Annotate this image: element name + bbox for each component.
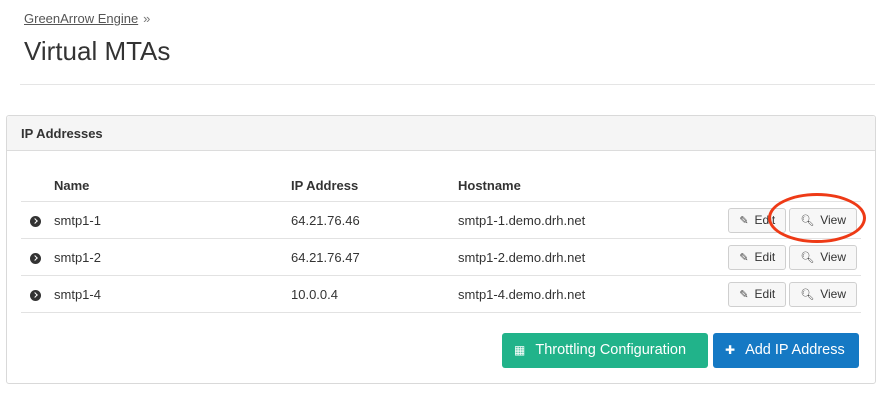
hostname-cell: smtp1-1.demo.drh.net bbox=[458, 201, 711, 239]
panel-title: IP Addresses bbox=[21, 126, 103, 141]
edit-label: Edit bbox=[754, 212, 776, 227]
header-actions bbox=[711, 170, 861, 202]
view-button[interactable]: 🔍︎ View bbox=[789, 281, 857, 307]
chevron-circle-right-icon[interactable] bbox=[30, 289, 41, 301]
ip-cell: 10.0.0.4 bbox=[291, 275, 458, 313]
breadcrumb-link-greenarrow-engine[interactable]: GreenArrow Engine bbox=[24, 11, 138, 26]
panel-heading bbox=[7, 116, 875, 151]
expand-cell bbox=[21, 238, 54, 276]
header-hostname: Hostname bbox=[458, 178, 521, 193]
header-name: Name bbox=[54, 178, 90, 193]
add-ip-address-button[interactable]: ✚ Add IP Address bbox=[713, 333, 859, 368]
edit-icon: ✎ bbox=[739, 250, 749, 264]
table-row: smtp1-2 64.21.76.47 smtp1-2.demo.drh.net… bbox=[21, 238, 861, 276]
ip-cell: 64.21.76.46 bbox=[291, 201, 458, 239]
view-button[interactable]: 🔍︎ View bbox=[789, 244, 857, 270]
name-cell: smtp1-1 bbox=[54, 201, 291, 239]
page-title: Virtual MTAs bbox=[24, 36, 171, 66]
actions-cell: ✎ Edit 🔍︎ View bbox=[711, 201, 861, 239]
plus-icon: ✚ bbox=[725, 343, 736, 357]
edit-icon: ✎ bbox=[739, 287, 749, 301]
table-row: smtp1-4 10.0.0.4 smtp1-4.demo.drh.net ✎ E… bbox=[21, 275, 861, 313]
edit-button[interactable]: ✎ Edit bbox=[728, 244, 787, 270]
search-icon: 🔍︎ bbox=[800, 250, 815, 264]
breadcrumb-separator: » bbox=[143, 11, 151, 26]
name-cell: smtp1-4 bbox=[54, 275, 291, 313]
edit-icon: ✎ bbox=[739, 213, 749, 227]
add-ip-address-label: Add IP Address bbox=[745, 342, 845, 358]
expand-cell bbox=[21, 201, 54, 239]
view-label: View bbox=[820, 249, 846, 264]
hostname-cell: smtp1-4.demo.drh.net bbox=[458, 275, 711, 313]
ip-addresses-panel: IP Addresses Name IP Address Hostname sm… bbox=[6, 115, 876, 384]
ip-cell: 64.21.76.47 bbox=[291, 238, 458, 276]
search-icon: 🔍︎ bbox=[800, 213, 815, 227]
view-button[interactable]: 🔍︎ View bbox=[789, 207, 857, 233]
view-label: View bbox=[820, 212, 846, 227]
search-icon: 🔍︎ bbox=[800, 287, 815, 301]
table-row: smtp1-1 64.21.76.46 smtp1-1.demo.drh.net… bbox=[21, 201, 861, 239]
header-ip-address: IP Address bbox=[291, 178, 359, 193]
edit-label: Edit bbox=[754, 249, 776, 264]
actions-cell: ✎ Edit 🔍︎ View bbox=[711, 238, 861, 276]
hostname-cell: smtp1-2.demo.drh.net bbox=[458, 238, 711, 276]
edit-button[interactable]: ✎ Edit bbox=[728, 281, 787, 307]
throttling-configuration-label: Throttling Configuration bbox=[535, 342, 687, 358]
header-expand bbox=[21, 170, 54, 202]
chevron-circle-right-icon[interactable] bbox=[30, 252, 41, 264]
view-label: View bbox=[820, 286, 846, 301]
ip-addresses-table: Name IP Address Hostname smtp1-1 64.21.7… bbox=[21, 170, 861, 313]
expand-cell bbox=[21, 275, 54, 313]
edit-label: Edit bbox=[754, 286, 776, 301]
throttling-configuration-button[interactable]: ▦ Throttling Configuration bbox=[502, 333, 708, 368]
edit-button[interactable]: ✎ Edit bbox=[728, 207, 787, 233]
name-cell: smtp1-2 bbox=[54, 238, 291, 276]
breadcrumb: GreenArrow Engine » bbox=[24, 11, 150, 26]
table-icon: ▦ bbox=[514, 343, 526, 357]
table-header-row: Name IP Address Hostname bbox=[21, 170, 861, 202]
chevron-circle-right-icon[interactable] bbox=[30, 215, 41, 227]
actions-cell: ✎ Edit 🔍︎ View bbox=[711, 275, 861, 313]
title-divider bbox=[20, 84, 875, 85]
